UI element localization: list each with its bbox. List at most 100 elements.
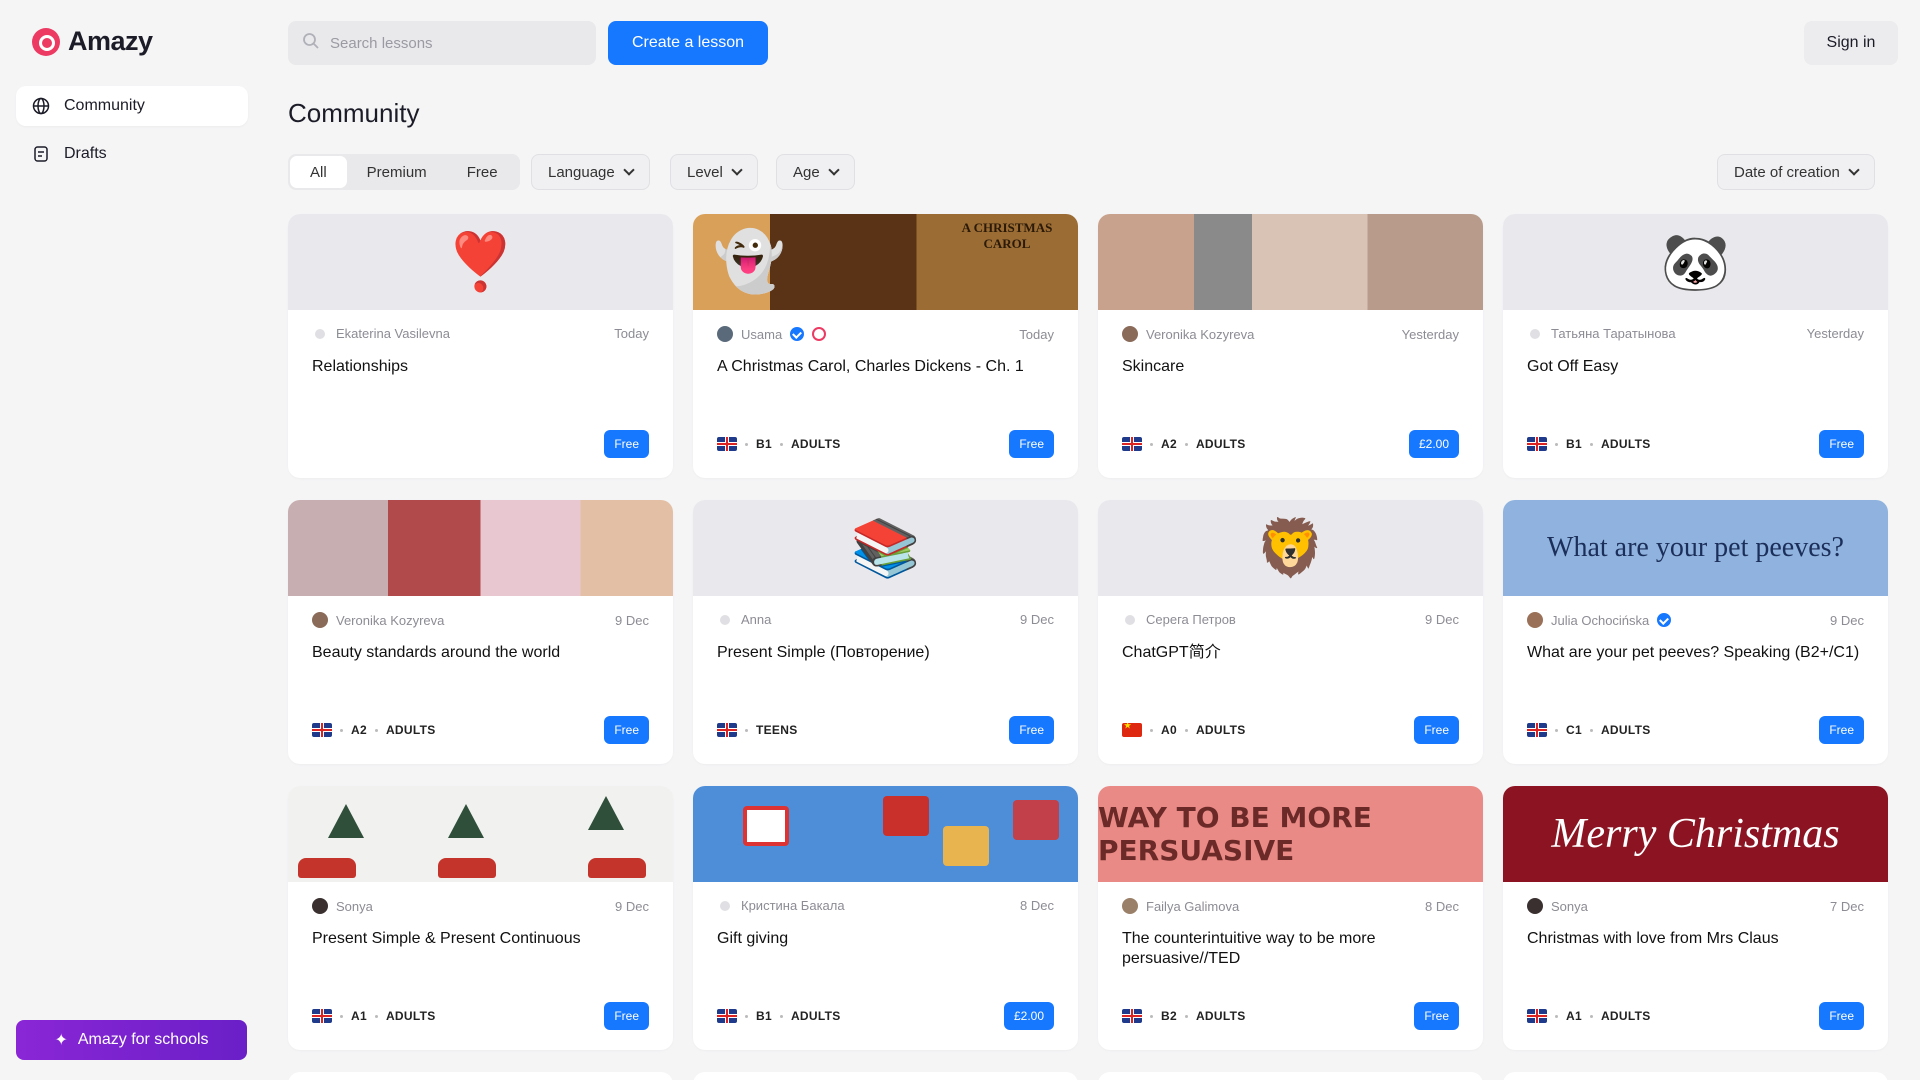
lesson-thumbnail [288,500,673,596]
level-tag: A2 [351,723,367,737]
document-icon [32,145,50,163]
lesson-footer: Free [312,430,649,458]
language-dropdown-label: Language [548,163,615,181]
lesson-title: Beauty standards around the world [312,644,561,661]
lesson-date: Today [1019,326,1054,342]
lesson-card[interactable]: 📚 Anna 9 Dec Present Simple (Повторение)… [693,500,1078,764]
lesson-thumbnail: ❣️ [288,214,673,310]
lesson-meta: Julia Ochocińska 9 Dec [1527,612,1864,628]
lesson-meta: Anna 9 Dec [717,612,1054,627]
level-dropdown[interactable]: Level [670,154,758,190]
lesson-card[interactable]: What are your pet peeves? Julia Ochocińs… [1503,500,1888,764]
lesson-card-partial[interactable] [693,1072,1078,1080]
lesson-tags: TEENS [717,723,798,737]
lesson-card[interactable]: 🦁 Серега Петров 9 Dec ChatGPT简介 A0 ADULT… [1098,500,1483,764]
age-tag: ADULTS [385,1009,436,1023]
logo-icon [32,27,60,56]
lesson-card[interactable]: 🐼 Татьяна Таратынова Yesterday Got Off E… [1503,214,1888,478]
uk-flag-icon [312,723,332,737]
sign-in-button[interactable]: Sign in [1804,21,1898,65]
lesson-tags: A0 ADULTS [1122,723,1246,737]
sidebar-item-drafts[interactable]: Drafts [16,134,248,174]
sort-dropdown-label: Date of creation [1734,163,1840,181]
lesson-card[interactable]: Merry Christmas Sonya 7 Dec Christmas wi… [1503,786,1888,1050]
lesson-date: 8 Dec [1020,898,1054,913]
filter-premium[interactable]: Premium [347,156,447,188]
level-tag: B1 [756,1009,772,1023]
lesson-meta: Veronika Kozyreva Yesterday [1122,326,1459,342]
level-tag: C1 [1566,723,1582,737]
age-dropdown-label: Age [793,163,820,181]
lesson-card[interactable]: Кристина Бакала 8 Dec Gift giving B1 ADU… [693,786,1078,1050]
price-badge: Free [1009,716,1054,744]
lesson-meta: Кристина Бакала 8 Dec [717,898,1054,913]
filter-free[interactable]: Free [447,156,518,188]
price-badge: Free [604,430,649,458]
lesson-card-partial[interactable] [1503,1072,1888,1080]
amazy-for-schools-button[interactable]: ✦ Amazy for schools [16,1020,247,1060]
lesson-card[interactable]: WAY TO BE MORE PERSUASIVE Failya Galimov… [1098,786,1483,1050]
lesson-date: Yesterday [1806,326,1864,341]
sidebar-nav: Community Drafts [16,86,248,182]
level-tag: A2 [1161,437,1177,451]
sidebar-item-community[interactable]: Community [16,86,248,126]
age-tag: ADULTS [1600,1009,1651,1023]
sidebar-item-label: Drafts [64,145,107,162]
lesson-thumbnail: 🦁 [1098,500,1483,596]
uk-flag-icon [1122,437,1142,451]
lesson-title: What are your pet peeves? Speaking (B2+/… [1527,644,1860,661]
lesson-card[interactable]: Veronika Kozyreva 9 Dec Beauty standards… [288,500,673,764]
author-name: Usama [741,326,783,342]
lesson-meta: Veronika Kozyreva 9 Dec [312,612,649,628]
lesson-tags: A1 ADULTS [1527,1009,1651,1023]
lesson-title: Present Simple (Повторение) [717,644,930,661]
lesson-date: 9 Dec [615,898,649,914]
uk-flag-icon [717,1009,737,1023]
lesson-footer: B2 ADULTS Free [1122,1002,1459,1030]
price-badge: Free [1819,716,1864,744]
language-dropdown[interactable]: Language [531,154,650,190]
price-badge: Free [1009,430,1054,458]
age-tag: ADULTS [790,1009,841,1023]
avatar [1122,326,1138,342]
price-badge: £2.00 [1003,1002,1054,1030]
author-name: Sonya [1551,898,1588,914]
age-tag: ADULTS [385,723,436,737]
page-title: Community [288,98,420,128]
avatar [1527,898,1543,914]
lesson-card[interactable]: ❣️ Ekaterina Vasilevna Today Relationshi… [288,214,673,478]
lesson-footer: B1 ADULTS £2.00 [717,1002,1054,1030]
lesson-card[interactable]: Veronika Kozyreva Yesterday Skincare A2 … [1098,214,1483,478]
filter-all[interactable]: All [290,156,347,188]
create-lesson-button[interactable]: Create a lesson [608,21,768,65]
lesson-card-partial[interactable] [288,1072,673,1080]
lesson-title: Relationships [312,358,409,375]
age-tag: ADULTS [1195,723,1246,737]
lesson-title: Got Off Easy [1527,358,1619,375]
lesson-thumbnail [288,786,673,882]
lesson-card[interactable]: Sonya 9 Dec Present Simple & Present Con… [288,786,673,1050]
lesson-title: Present Simple & Present Continuous [312,930,581,947]
sort-dropdown[interactable]: Date of creation [1717,154,1875,190]
uk-flag-icon [717,437,737,451]
lesson-tags: B1 ADULTS [717,1009,841,1023]
lesson-thumbnail: 👻 A CHRISTMAS CAROL [693,214,1078,310]
price-badge: £2.00 [1408,430,1459,458]
lesson-card-partial[interactable] [1098,1072,1483,1080]
app-logo[interactable]: Amazy [32,26,153,57]
thumbnail-caption: A CHRISTMAS CAROL [961,220,1053,251]
price-badge: Free [1819,430,1864,458]
level-tag: A0 [1161,723,1177,737]
car-icon [438,858,496,878]
lesson-footer: A2 ADULTS £2.00 [1122,430,1459,458]
lesson-tags: A2 ADULTS [1122,437,1246,451]
lesson-card[interactable]: 👻 A CHRISTMAS CAROL Usama Today A Christ… [693,214,1078,478]
search-box[interactable] [288,21,596,65]
lesson-meta: Failya Galimova 8 Dec [1122,898,1459,914]
lesson-thumbnail: Merry Christmas [1503,786,1888,882]
author-name: Sonya [336,898,373,914]
author-name: Julia Ochocińska [1551,612,1650,628]
chevron-down-icon [731,164,743,176]
age-dropdown[interactable]: Age [776,154,855,190]
search-input[interactable] [330,34,570,52]
